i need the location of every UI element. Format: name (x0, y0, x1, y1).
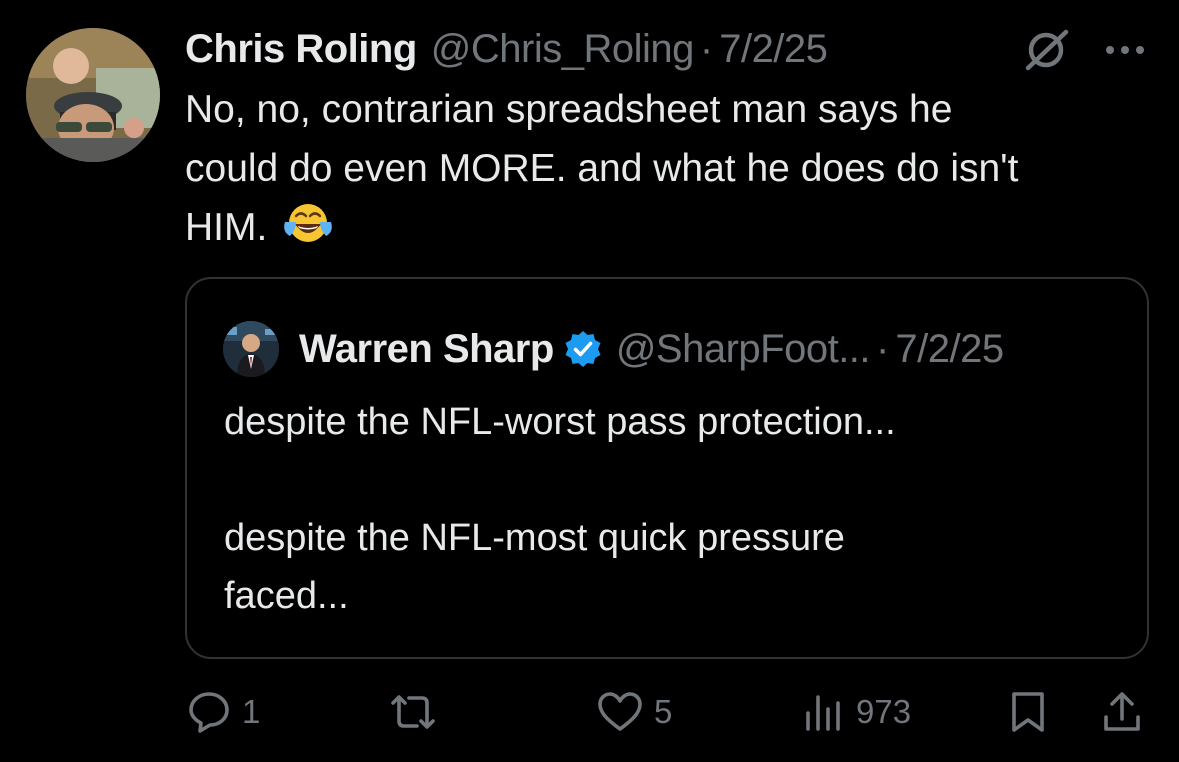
heart-icon (598, 692, 642, 731)
reply-icon (189, 692, 229, 733)
tweet-text-line: HIM. (185, 206, 268, 249)
share-button[interactable] (1100, 680, 1144, 744)
quoted-text-line: faced... (224, 575, 349, 617)
views-button[interactable]: 973 (802, 680, 911, 744)
quoted-header: Warren Sharp @SharpFoot... · 7/2/25 (299, 321, 1004, 377)
views-count: 973 (856, 693, 912, 730)
author-name[interactable]: Chris Roling (185, 27, 417, 72)
analytics-icon (806, 695, 840, 731)
author-avatar[interactable] (26, 28, 160, 162)
quoted-avatar-photo (223, 321, 279, 377)
tweet-text-line: could do even MORE. and what he does do … (185, 147, 1019, 190)
retweet-icon (391, 695, 435, 729)
share-icon (1104, 692, 1140, 731)
reply-button[interactable]: 1 (186, 680, 260, 744)
tweet-text: No, no, contrarian spreadsheet man says … (185, 80, 1165, 263)
quoted-author-name[interactable]: Warren Sharp (299, 327, 554, 372)
tweet-header: Chris Roling @Chris_Roling · 7/2/25 (185, 24, 828, 74)
face-with-tears-of-joy-icon (282, 200, 334, 263)
reply-count: 1 (242, 693, 261, 730)
quoted-tweet[interactable]: Warren Sharp @SharpFoot... · 7/2/25 desp… (185, 277, 1149, 659)
quoted-text-line: despite the NFL-most quick pressure (224, 517, 845, 559)
more-options-icon[interactable] (1100, 30, 1150, 70)
verified-badge-icon (564, 330, 602, 368)
quoted-text-line: despite the NFL-worst pass protection... (224, 401, 896, 443)
action-bar: 1 5 973 (0, 680, 1179, 744)
like-button[interactable]: 5 (596, 680, 672, 744)
like-count: 5 (654, 693, 673, 730)
bookmark-icon (1012, 692, 1044, 732)
author-handle[interactable]: @Chris_Roling (431, 27, 695, 72)
retweet-button[interactable] (387, 680, 449, 744)
quoted-text: despite the NFL-worst pass protection...… (224, 393, 1124, 625)
quoted-header-separator: · (876, 326, 890, 371)
bookmark-button[interactable] (1008, 680, 1048, 744)
header-separator: · (699, 26, 714, 71)
quoted-author-handle[interactable]: @SharpFoot... (616, 327, 871, 372)
quoted-author-avatar[interactable] (223, 321, 279, 377)
avatar-photo (26, 28, 160, 162)
quoted-date[interactable]: 7/2/25 (895, 327, 1004, 372)
tweet-date[interactable]: 7/2/25 (719, 27, 828, 72)
tweet-text-line: No, no, contrarian spreadsheet man says … (185, 88, 953, 131)
grok-icon[interactable] (1022, 28, 1072, 72)
